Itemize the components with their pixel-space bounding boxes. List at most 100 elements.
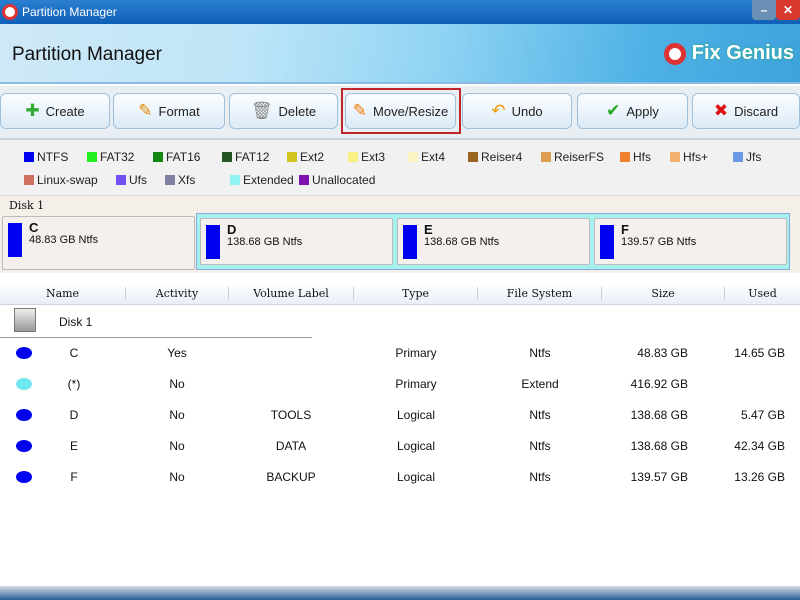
table-row[interactable]: D No TOOLS Logical Ntfs 138.68 GB 5.47 GB (0, 400, 800, 431)
undo-label: Undo (511, 103, 543, 119)
partition-f[interactable]: F 139.57 GB Ntfs (594, 218, 787, 265)
legend-item: Linux-swap (24, 173, 98, 187)
column-header[interactable]: Volume Label (229, 287, 354, 300)
disk-map-label: Disk 1 (9, 199, 45, 212)
cell-type: Primary (395, 346, 437, 360)
column-header[interactable]: Used (725, 287, 800, 300)
table-row[interactable]: C Yes Primary Ntfs 48.83 GB 14.65 GB (0, 338, 800, 369)
legend-label: FAT12 (235, 150, 270, 164)
cell-type: Logical (396, 408, 436, 422)
legend-label: Unallocated (312, 173, 376, 187)
legend-item: FAT16 (153, 150, 200, 164)
legend-item: Jfs (733, 150, 761, 164)
partition-letter: D (227, 222, 237, 237)
partition-c[interactable]: C 48.83 GB Ntfs (2, 216, 195, 270)
ntfs-color-bar (600, 225, 614, 259)
filesystem-legend: NTFS FAT32 FAT16 FAT12 Ext2 Ext3 Ext4 Reiser4 Re… (0, 140, 800, 195)
legend-label: Ext2 (300, 150, 325, 164)
legend-swatch (733, 152, 743, 162)
legend-swatch (24, 175, 34, 185)
legend-item: Ext3 (348, 150, 385, 164)
minimize-button[interactable]: – (752, 0, 776, 20)
ntfs-color-bar (206, 225, 220, 259)
ntfs-color-bar (403, 225, 417, 259)
cell-name: F (70, 470, 78, 484)
cell-name: E (69, 439, 78, 453)
legend-swatch (299, 175, 309, 185)
legend-label: Linux-swap (37, 173, 98, 187)
partition-size: 138.68 GB Ntfs (424, 236, 500, 248)
table-row[interactable]: F No BACKUP Logical Ntfs 139.57 GB 13.26 GB (0, 462, 800, 493)
legend-item: ReiserFS (541, 150, 604, 164)
partition-d[interactable]: D 138.68 GB Ntfs (200, 218, 393, 265)
format-icon: ✎ (138, 101, 153, 120)
app-icon (2, 4, 18, 20)
legend-item: NTFS (24, 150, 68, 164)
disk-row-label[interactable]: Disk 1 (59, 315, 92, 329)
cell-size: 416.92 GB (630, 377, 688, 391)
discard-button[interactable]: ✖ Discard (692, 93, 800, 129)
column-header[interactable]: Type (354, 287, 478, 300)
close-button[interactable]: ✕ (776, 0, 800, 20)
legend-swatch (153, 152, 163, 162)
partition-size: 139.57 GB Ntfs (621, 236, 697, 248)
legend-label: ReiserFS (554, 150, 605, 164)
table-row[interactable]: E No DATA Logical Ntfs 138.68 GB 42.34 GB (0, 431, 800, 462)
create-button[interactable]: ✚ Create (0, 93, 110, 129)
column-header[interactable]: Name (0, 287, 126, 300)
legend-swatch (230, 175, 240, 185)
cell-activity: No (169, 439, 185, 453)
apply-button[interactable]: ✔ Apply (577, 93, 688, 129)
table-header: Name Activity Volume Label Type File System S… (0, 283, 800, 305)
legend-label: Extended (243, 173, 294, 187)
cell-label: TOOLS (270, 408, 312, 422)
partition-e[interactable]: E 138.68 GB Ntfs (397, 218, 590, 265)
cell-fs: Ntfs (529, 346, 551, 360)
cell-type: Logical (396, 470, 436, 484)
legend-item: FAT12 (222, 150, 269, 164)
app-header: Partition Manager Fix Genius (0, 24, 800, 84)
legend-item: Xfs (165, 173, 195, 187)
cell-size: 138.68 GB (630, 439, 688, 453)
legend-swatch (348, 152, 358, 162)
legend-label: Hfs (633, 150, 651, 164)
legend-item: Hfs (620, 150, 651, 164)
legend-swatch (670, 152, 680, 162)
legend-label: FAT32 (100, 150, 135, 164)
legend-label: Hfs+ (683, 150, 709, 164)
legend-swatch (468, 152, 478, 162)
column-header[interactable]: File System (478, 287, 602, 300)
title-bar: Partition Manager – ✕ (0, 0, 800, 24)
delete-label: Delete (278, 103, 317, 119)
brand-logo: Fix Genius (663, 42, 794, 65)
partition-size: 138.68 GB Ntfs (227, 236, 303, 248)
cell-fs: Ntfs (529, 439, 551, 453)
table-row[interactable]: (*) No Primary Extend 416.92 GB (0, 369, 800, 400)
legend-item: Ext2 (287, 150, 324, 164)
partition-size: 48.83 GB Ntfs (29, 234, 99, 246)
legend-swatch (620, 152, 630, 162)
delete-button[interactable]: 🗑 Delete (229, 93, 338, 129)
partition-letter: F (621, 222, 629, 237)
delete-icon: 🗑 (250, 101, 273, 120)
legend-swatch (87, 152, 97, 162)
undo-icon: ↶ (491, 101, 506, 120)
legend-label: Xfs (178, 173, 196, 187)
legend-swatch (116, 175, 126, 185)
undo-button[interactable]: ↶ Undo (462, 93, 572, 129)
legend-label: Ext3 (361, 150, 386, 164)
cell-type: Logical (396, 439, 436, 453)
cell-label: DATA (275, 439, 307, 453)
legend-item: Ufs (116, 173, 147, 187)
x-icon: ✖ (713, 101, 729, 120)
column-header[interactable]: Size (602, 287, 725, 300)
legend-label: FAT16 (166, 150, 201, 164)
ntfs-color-bar (8, 223, 22, 257)
column-header[interactable]: Activity (126, 287, 229, 300)
legend-label: Reiser4 (481, 150, 523, 164)
partition-letter: C (29, 220, 39, 235)
selection-highlight (341, 88, 461, 134)
format-button[interactable]: ✎ Format (113, 93, 225, 129)
cell-type: Primary (395, 377, 437, 391)
cell-activity: Yes (167, 346, 187, 360)
